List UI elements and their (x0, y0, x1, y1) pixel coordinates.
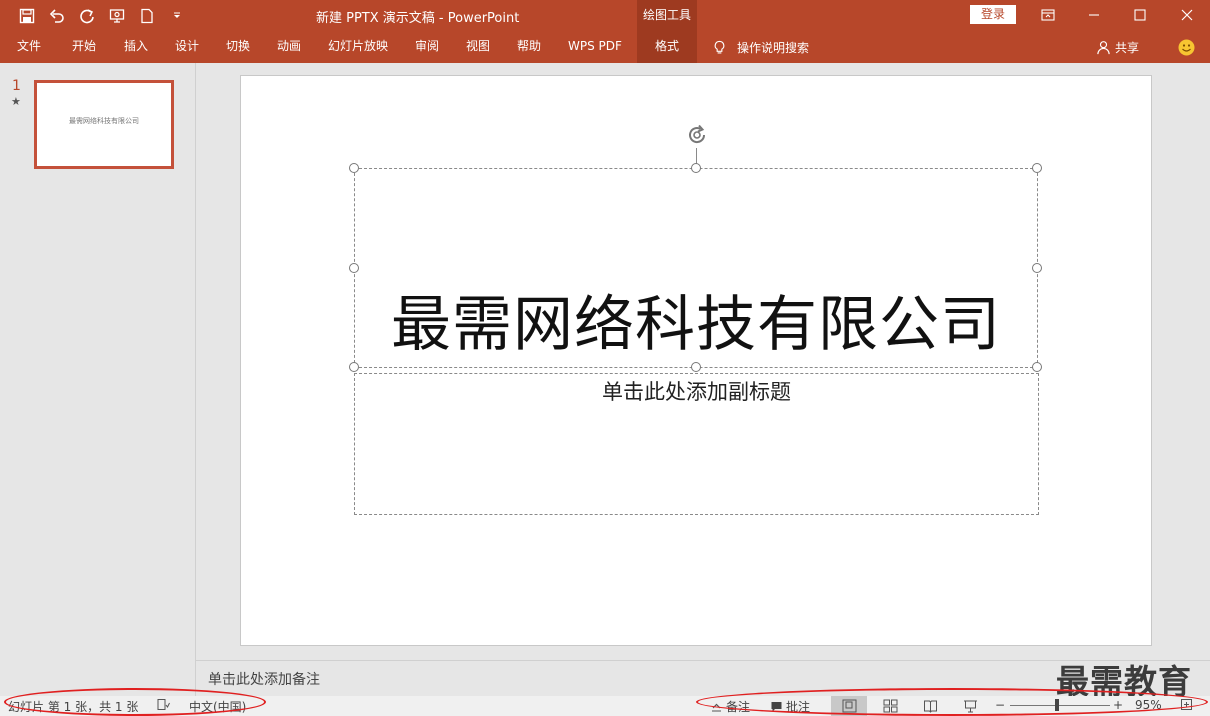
resize-handle-bottom[interactable] (691, 362, 701, 372)
notes-placeholder: 单击此处添加备注 (208, 672, 320, 688)
resize-handle-bottom-left[interactable] (349, 362, 359, 372)
rotate-handle-icon[interactable] (685, 123, 709, 147)
redo-button[interactable] (74, 5, 100, 27)
title-placeholder[interactable]: 最需网络科技有限公司 (354, 168, 1038, 368)
tab-slideshow[interactable]: 幻灯片放映 (328, 32, 388, 63)
resize-handle-right[interactable] (1032, 263, 1042, 273)
thumbnail-title: 最需网络科技有限公司 (69, 117, 139, 125)
slide-thumbnail-pane: 1 ★ 最需网络科技有限公司 (0, 63, 196, 696)
tab-wps-pdf[interactable]: WPS PDF (568, 32, 622, 63)
search-label: 操作说明搜索 (737, 41, 810, 55)
slide-thumbnail[interactable]: 最需网络科技有限公司 (34, 80, 174, 169)
save-icon (19, 8, 35, 24)
new-file-icon (141, 8, 153, 24)
share-button[interactable]: 共享 (1096, 32, 1139, 63)
chevron-down-icon (174, 12, 180, 18)
tab-file[interactable]: 文件 (17, 32, 41, 63)
title-bar: 新建 PPTX 演示文稿 - PowerPoint 绘图工具 登录 (0, 0, 1210, 32)
start-slideshow-button[interactable] (104, 5, 130, 27)
ribbon-display-options-button[interactable] (1025, 0, 1071, 30)
slideshow-icon (109, 9, 125, 23)
undo-button[interactable] (44, 5, 70, 27)
drawing-tools-context-label: 绘图工具 (637, 0, 697, 32)
redo-icon (80, 9, 94, 24)
resize-handle-top-left[interactable] (349, 163, 359, 173)
window-title: 新建 PPTX 演示文稿 - PowerPoint (316, 11, 520, 26)
maximize-button[interactable] (1117, 0, 1163, 30)
slide-title: 最需网络科技有限公司 (391, 290, 1001, 360)
tab-format[interactable]: 格式 (637, 32, 697, 63)
minimize-icon (1089, 14, 1099, 16)
annotation-ellipse-left (4, 688, 266, 716)
minimize-button[interactable] (1071, 0, 1117, 30)
subtitle-placeholder[interactable]: 单击此处添加副标题 (354, 373, 1039, 515)
tell-me-search[interactable]: 操作说明搜索 (712, 32, 809, 63)
ribbon-tab-bar: 文件 开始 插入 设计 切换 动画 幻灯片放映 审阅 视图 帮助 WPS PDF… (0, 32, 1210, 63)
subtitle-placeholder-text: 单击此处添加副标题 (602, 380, 791, 404)
thumbnail-number: 1 (12, 78, 21, 94)
close-icon (1181, 9, 1193, 21)
resize-handle-top-right[interactable] (1032, 163, 1042, 173)
resize-handle-top[interactable] (691, 163, 701, 173)
user-icon (1097, 41, 1110, 55)
tab-transitions[interactable]: 切换 (226, 32, 250, 63)
tab-insert[interactable]: 插入 (124, 32, 148, 63)
resize-handle-left[interactable] (349, 263, 359, 273)
slide-editor: 最需网络科技有限公司 单击此处添加副标题 (196, 63, 1210, 660)
lightbulb-icon (714, 40, 725, 54)
login-button[interactable]: 登录 (970, 5, 1016, 24)
ribbon-options-icon (1041, 9, 1055, 21)
undo-icon (49, 9, 64, 23)
tab-review[interactable]: 审阅 (415, 32, 439, 63)
animation-star-icon: ★ (11, 95, 21, 108)
save-button[interactable] (14, 5, 40, 27)
tab-animations[interactable]: 动画 (277, 32, 301, 63)
tab-view[interactable]: 视图 (466, 32, 490, 63)
resize-handle-bottom-right[interactable] (1032, 362, 1042, 372)
annotation-ellipse-right (696, 688, 1208, 716)
quick-access-toolbar (14, 5, 190, 27)
tab-help[interactable]: 帮助 (517, 32, 541, 63)
smiley-feedback-icon[interactable] (1178, 39, 1195, 56)
customize-toolbar-button[interactable] (164, 5, 190, 27)
new-file-button[interactable] (134, 5, 160, 27)
tab-home[interactable]: 开始 (72, 32, 96, 63)
tab-design[interactable]: 设计 (175, 32, 199, 63)
slide-canvas[interactable]: 最需网络科技有限公司 单击此处添加副标题 (240, 75, 1152, 646)
maximize-icon (1134, 9, 1146, 21)
close-button[interactable] (1164, 0, 1210, 30)
share-label: 共享 (1115, 41, 1140, 55)
